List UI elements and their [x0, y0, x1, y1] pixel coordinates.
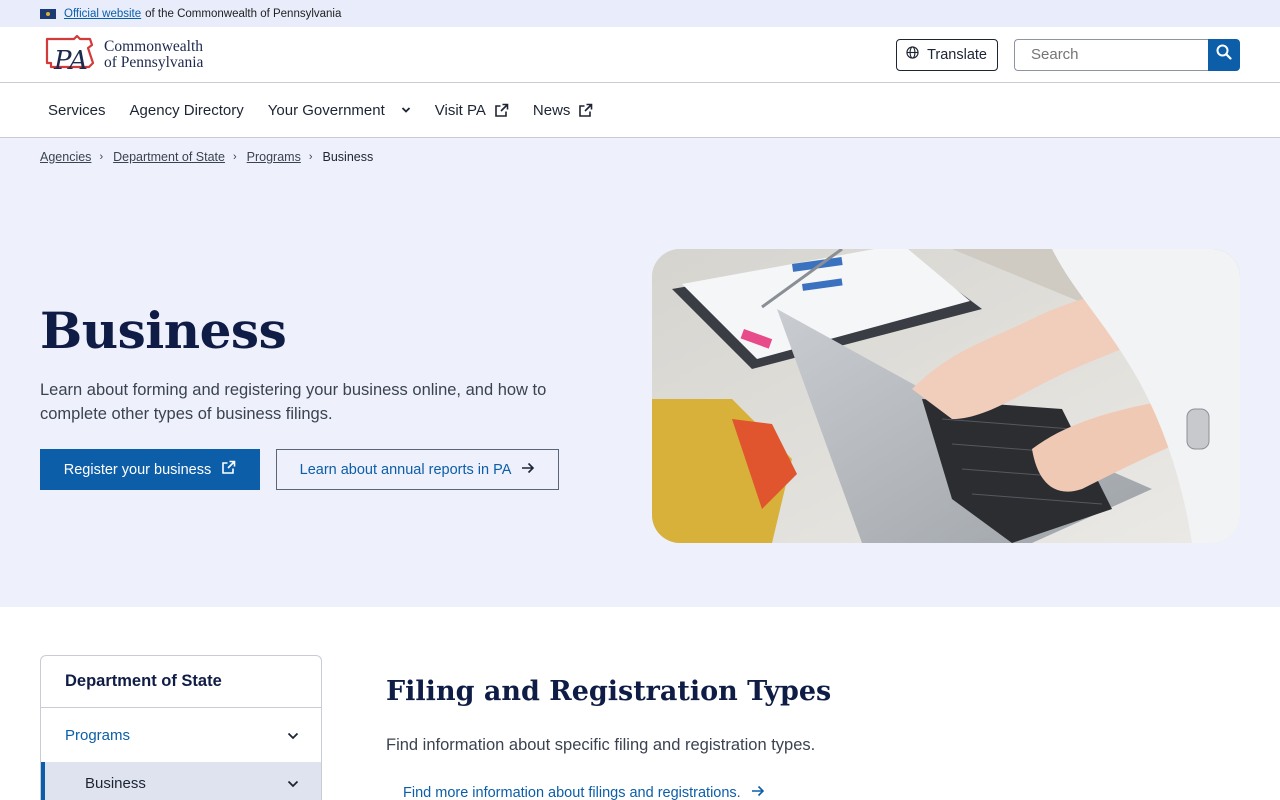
arrow-right-icon: [751, 785, 765, 800]
pa-logo-mark-icon: PA: [44, 34, 96, 76]
pa-flag-icon: [40, 8, 56, 19]
site-header: PA Commonwealth of Pennsylvania Translat…: [0, 27, 1280, 83]
annual-reports-button[interactable]: Learn about annual reports in PA: [276, 449, 559, 490]
register-business-label: Register your business: [63, 461, 212, 478]
official-banner-text: of the Commonwealth of Pennsylvania: [145, 7, 342, 20]
chevron-right-icon: ›: [308, 151, 313, 163]
sidebar-item-programs[interactable]: Programs: [41, 708, 321, 762]
nav-item-agency-directory[interactable]: Agency Directory: [130, 102, 244, 119]
arrow-right-icon: [521, 462, 535, 478]
svg-text:PA: PA: [53, 46, 88, 75]
official-website-link[interactable]: Official website: [64, 8, 141, 20]
nav-item-label: Your Government: [267, 101, 385, 119]
section-title: Filing and Registration Types: [386, 676, 832, 707]
nav-item-your-government[interactable]: Your Government: [268, 102, 411, 119]
pa-logo[interactable]: PA Commonwealth of Pennsylvania: [44, 34, 204, 76]
chevron-down-icon: [287, 775, 299, 792]
search-button[interactable]: [1208, 38, 1240, 71]
search-icon: [1216, 44, 1232, 65]
sidebar-nav: Department of State Programs Business: [40, 655, 322, 800]
page-title: Business: [40, 301, 287, 360]
sidebar-item-label: Programs: [65, 726, 131, 744]
header-actions: Translate: [896, 38, 1240, 71]
filings-info-link[interactable]: Find more information about filings and …: [403, 785, 765, 800]
nav-item-label: News: [532, 101, 571, 119]
search-input[interactable]: [1014, 38, 1208, 71]
hero-section: Agencies › Department of State › Program…: [0, 138, 1280, 607]
hero-image-laptop-desk: [652, 249, 1240, 543]
nav-item-news[interactable]: News: [533, 102, 594, 119]
translate-label: Translate: [927, 46, 987, 63]
nav-item-label: Visit PA: [434, 101, 486, 119]
external-link-icon: [494, 103, 509, 118]
breadcrumb-link-programs[interactable]: Programs: [247, 150, 301, 164]
nav-item-visit-pa[interactable]: Visit PA: [435, 102, 509, 119]
logo-wordmark: Commonwealth of Pennsylvania: [104, 37, 204, 71]
breadcrumb-link-department-of-state[interactable]: Department of State: [113, 150, 225, 164]
filings-info-link-label: Find more information about filings and …: [403, 785, 741, 800]
nav-item-label: Services: [48, 101, 106, 119]
nav-item-services[interactable]: Services: [48, 102, 106, 119]
chevron-right-icon: ›: [99, 151, 104, 163]
breadcrumb-current: Business: [322, 150, 374, 164]
search-form: [1014, 38, 1240, 71]
breadcrumb: Agencies › Department of State › Program…: [40, 150, 373, 164]
sidebar-item-business[interactable]: Business: [41, 762, 321, 800]
external-link-icon: [578, 103, 593, 118]
logo-line-2: of Pennsylvania: [104, 53, 204, 71]
official-banner: Official website of the Commonwealth of …: [0, 0, 1280, 27]
chevron-right-icon: ›: [232, 151, 237, 163]
external-link-icon: [221, 460, 236, 479]
sidebar-title[interactable]: Department of State: [41, 656, 321, 708]
main-nav: Services Agency Directory Your Governmen…: [0, 83, 1280, 138]
translate-button[interactable]: Translate: [896, 38, 998, 71]
breadcrumb-link-agencies[interactable]: Agencies: [40, 150, 91, 164]
sidebar-item-label: Business: [85, 774, 146, 792]
nav-item-label: Agency Directory: [129, 101, 244, 119]
logo-line-1: Commonwealth: [104, 37, 204, 55]
section-description: Find information about specific filing a…: [386, 736, 816, 754]
register-business-button[interactable]: Register your business: [40, 449, 260, 490]
chevron-down-icon: [401, 106, 411, 114]
chevron-down-icon: [287, 727, 299, 744]
globe-icon: [906, 46, 919, 63]
annual-reports-label: Learn about annual reports in PA: [299, 461, 512, 478]
hero-description: Learn about forming and registering your…: [40, 381, 547, 423]
